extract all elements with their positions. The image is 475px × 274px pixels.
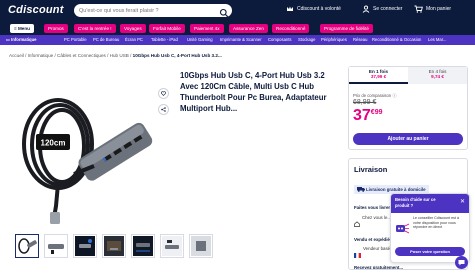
breadcrumb: Accueil / Informatique / Câbles et Conne… [9,53,222,58]
free-delivery-label: Livraison gratuite à domicile [366,187,426,192]
category-marques[interactable]: Les Mar... [428,36,446,44]
cdiscount-logo[interactable]: Cdiscount [8,4,64,16]
user-icon [362,5,370,13]
menu-button[interactable]: ≡ Menu [10,24,34,33]
breadcrumb-item[interactable]: Informatique [28,53,54,58]
category-pc-bureau[interactable]: PC de Bureau [93,36,119,44]
top-header: Cdiscount Cdiscount à volonté Se connect… [0,0,475,22]
add-to-cart-button[interactable]: Ajouter au panier [353,133,463,145]
flag-icon [354,245,361,263]
share-icon [161,107,166,112]
price-euros: 37 [353,107,371,124]
truck-icon [357,187,365,192]
hamburger-icon: ≡ [14,26,17,31]
thumbnail[interactable] [44,234,68,258]
delivery-title: Livraison [354,165,388,174]
chat-question: Besoin d'aide sur ce produit ? [395,197,436,208]
category-composants[interactable]: Composants [268,36,292,44]
info-icon[interactable]: ⓘ [392,93,396,98]
cable-length-text: 120cm [41,139,66,148]
thumbnail[interactable] [160,234,184,258]
delivery-option-title: Faites vous livrer... [354,205,394,210]
chat-header: Besoin d'aide sur ce produit ? ✕ [391,194,469,213]
thumbnail[interactable] [15,234,39,258]
category-informatique[interactable]: ▭ Informatique [6,36,37,44]
thumbnail[interactable] [102,234,126,258]
product-title: 10Gbps Hub Usb C, 4-Port Hub Usb 3.2 Ave… [180,71,327,113]
menu-label: Menu [17,26,30,31]
breadcrumb-separator: / [107,53,109,58]
nav-chip-promos[interactable]: Promos [44,24,68,33]
breadcrumb-item[interactable]: Hub USB [110,53,129,58]
breadcrumb-item[interactable]: Câbles et Connectiques [57,53,106,58]
cart-link[interactable]: Mon panier [414,5,451,13]
chat-popup: Besoin d'aide sur ce produit ? ✕ Le cons… [390,193,470,263]
login-label: Se connecter [373,6,403,12]
monitor-icon: ▭ [6,37,10,42]
thumbnail[interactable] [131,234,155,258]
assistant-icon [395,221,410,239]
tab-pay-once[interactable]: En 1 fois 37,99 € [349,67,408,84]
search-bar[interactable] [74,4,232,18]
breadcrumb-separator: / [25,53,27,58]
price-cents: €99 [370,109,383,116]
category-tablette[interactable]: Tablette - iPad [151,36,178,44]
category-informatique-label: Informatique [11,37,37,42]
breadcrumb-separator: / [130,53,132,58]
category-nav: ▭ Informatique PC Portable PC de Bureau … [0,35,475,45]
breadcrumb-separator: / [54,53,56,58]
product-main-image[interactable]: 120cm [10,66,160,226]
nav-chip-voyages[interactable]: Voyages [120,24,146,33]
nav-chip-fidelite[interactable]: Programme de fidélité [320,24,373,33]
breadcrumb-item[interactable]: Accueil [9,53,24,58]
breadcrumb-current: 10Gbps Hub Usb C, 4-Port Hub Usb 3.2... [132,53,222,58]
cart-label: Mon panier [426,6,452,12]
delivery-home-option[interactable]: Chez vous le... [362,215,391,220]
cdiscount-a-volonte-link[interactable]: Cdiscount à volonté [286,5,341,13]
search-input[interactable] [79,4,209,17]
home-icon [354,214,360,232]
tab-pay-four-price: 9,74 € [431,74,444,79]
category-pc-portable[interactable]: PC Portable [64,36,87,44]
chat-message: Le conseiller Cdiscount est à votre disp… [413,216,459,230]
cdiscount-a-volonte-label: Cdiscount à volonté [297,6,341,12]
category-stockage[interactable]: Stockage [298,36,315,44]
nav-chip-assurance[interactable]: Assurance Zen [229,24,268,33]
crown-icon [287,6,293,11]
chat-launcher-button[interactable] [455,256,468,269]
thumbnail[interactable] [189,234,213,258]
chat-bubble-icon [458,260,465,266]
category-ecran-pc[interactable]: Écran PC [125,36,143,44]
nav-chip-reconditionne[interactable]: Reconditionné [272,24,310,33]
tab-pay-once-price: 37,99 € [370,74,387,79]
category-peripheriques[interactable]: Périphériques [321,36,347,44]
thumbnail[interactable] [73,234,97,258]
nav-chip-rentree[interactable]: C'est la rentrée ! [74,24,116,33]
promo-nav: ≡ Menu Promos C'est la rentrée ! Voyages… [0,22,475,35]
old-price: 68,99 € [353,99,377,106]
nav-chip-paiement[interactable]: Paiement 4x [190,24,224,33]
category-gaming[interactable]: Unité Gaming [187,36,213,44]
close-icon[interactable]: ✕ [460,199,465,205]
sold-by-label: Vendu et expédié... [354,237,394,242]
offer-panel: En 1 fois 37,99 € En 4 fois 9,74 € Prix … [348,66,468,150]
cart-icon [414,5,423,13]
login-link[interactable]: Se connecter [362,5,402,13]
ask-question-button[interactable]: Poser votre question [395,247,465,256]
heart-icon [161,91,166,96]
nav-chip-forfait-mobile[interactable]: Forfait Mobile [149,24,185,33]
category-imprimante[interactable]: Imprimante & Scanner [220,36,262,44]
search-icon[interactable] [219,5,229,23]
current-price: 37€99 [353,107,382,125]
tab-pay-four[interactable]: En 4 fois 9,74 € [408,67,467,84]
favorite-button[interactable] [158,88,169,99]
category-reseau[interactable]: Réseau [353,36,367,44]
share-button[interactable] [158,104,169,115]
category-reconditionne[interactable]: Reconditionné & Occasion [372,36,421,44]
